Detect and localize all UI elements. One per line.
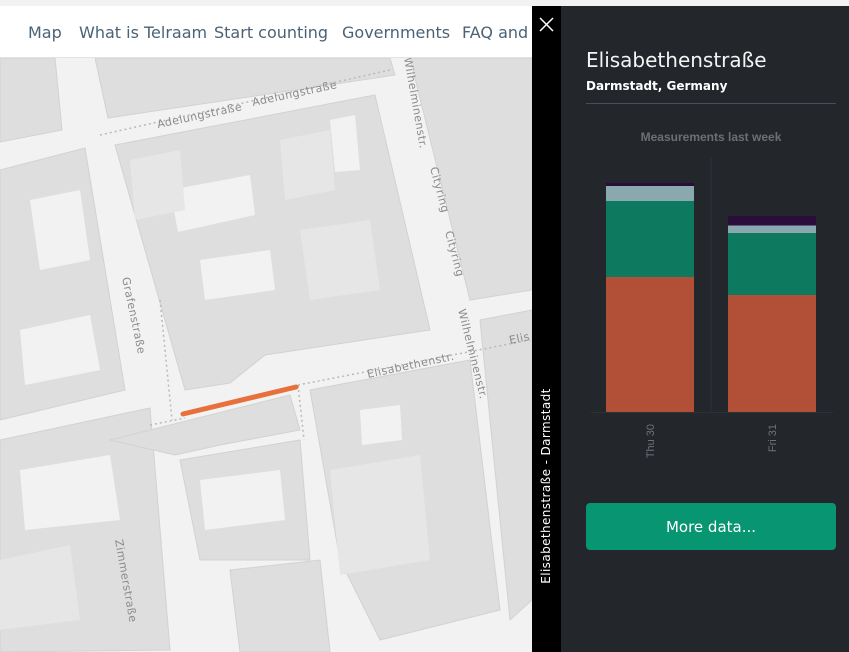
side-tab[interactable]: Elisabethenstraße - Darmstadt [532,6,561,652]
chart-bar-segment [728,233,816,295]
chart-bar-segment [728,225,816,233]
nav-item-faq[interactable]: FAQ and s [462,23,532,42]
details-panel: Elisabethenstraße Darmstadt, Germany Mea… [561,6,849,652]
street-location: Darmstadt, Germany [586,79,728,93]
map-tiles: Adelungstraße Adelungstraße Wilhelminens… [0,58,532,652]
chart-title: Measurements last week [640,130,782,144]
nav-item-start-counting[interactable]: Start counting [214,23,328,42]
chart-bar-segment [728,295,816,412]
more-data-button[interactable]: More data... [586,503,836,550]
chart-bar-segment [606,183,694,186]
side-tab-label: Elisabethenstraße - Darmstadt [539,388,553,584]
chart-category-label: Fri 31 [767,424,779,452]
nav-item-what-is-telraam[interactable]: What is Telraam [79,23,207,42]
street-title: Elisabethenstraße [586,48,767,72]
chart-bar-segment [728,216,816,226]
top-navigation: Map What is Telraam Start counting Gover… [0,6,532,58]
close-icon[interactable] [538,16,555,33]
divider [586,103,836,104]
measurements-chart: Thu 30 Fri 31 [591,158,833,458]
chart-category-label: Thu 30 [645,424,657,458]
street-label: Grafenstraße [119,276,148,355]
chart-bar-segment [606,186,694,201]
chart-bar-segment [606,201,694,277]
chart-bar-segment [606,277,694,412]
nav-item-map[interactable]: Map [28,23,62,42]
map-canvas[interactable]: Adelungstraße Adelungstraße Wilhelminens… [0,58,532,652]
nav-item-governments[interactable]: Governments [342,23,450,42]
